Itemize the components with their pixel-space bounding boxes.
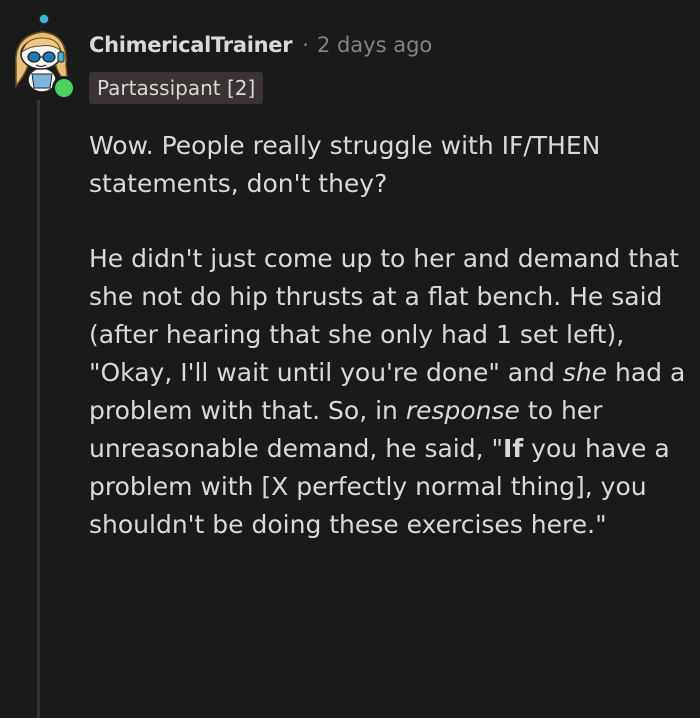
username-link[interactable]: ChimericalTrainer: [89, 33, 293, 57]
comment-paragraph-1: Wow. People really struggle with IF/THEN…: [89, 131, 601, 198]
timestamp-link[interactable]: 2 days ago: [317, 33, 432, 57]
bold-text: If: [503, 434, 524, 463]
emphasis-text: she: [562, 358, 608, 387]
thread-line[interactable]: [37, 100, 40, 718]
user-flair: Partassipant [2]: [89, 72, 264, 104]
comment-header: ChimericalTrainer · 2 days ago: [89, 28, 432, 62]
online-status-icon: [52, 76, 76, 100]
emphasis-text: response: [405, 396, 520, 425]
comment-body: Wow. People really struggle with IF/THEN…: [89, 127, 689, 581]
meta-separator: ·: [302, 33, 309, 57]
comment-paragraph-2: He didn't just come up to her and demand…: [89, 240, 689, 544]
